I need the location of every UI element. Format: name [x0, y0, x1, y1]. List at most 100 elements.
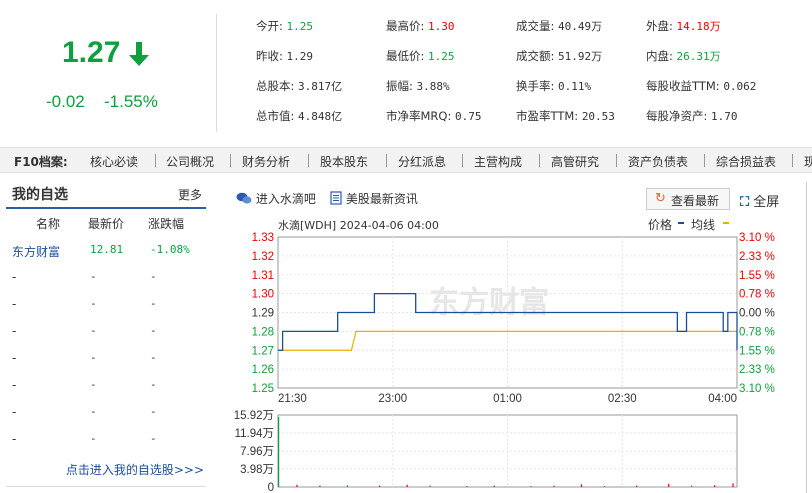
quote-pe: 市盈率TTM: 20.53: [516, 109, 615, 123]
us-news-link[interactable]: 美股最新资讯: [330, 190, 418, 207]
water-bar-label: 进入水滴吧: [255, 192, 316, 206]
y-tick-label: 1.26: [252, 364, 274, 376]
stock-change: -: [150, 270, 157, 283]
fullscreen-button[interactable]: ⛶ 全屏: [740, 191, 779, 210]
chart-area: 进入水滴吧 美股最新资讯 ↻ 查看最新 ⛶ 全屏 水滴[WDH] 2024-04…: [218, 182, 812, 493]
legend-avg-label: 均线: [691, 218, 715, 232]
f10-item[interactable]: 资产负债表: [628, 153, 688, 170]
stock-name[interactable]: 东方财富: [12, 243, 60, 260]
view-latest-label: 查看最新: [671, 194, 720, 208]
volume-tick-label: 7.96万: [240, 446, 274, 458]
stock-name: -: [12, 378, 17, 392]
stock-price: -: [90, 405, 97, 418]
volume-bar: [580, 484, 583, 487]
x-tick-label: 02:30: [608, 393, 637, 405]
f10-item[interactable]: 财务分析: [242, 153, 290, 170]
stock-change: -1.08%: [150, 243, 190, 256]
legend-price-label: 价格: [648, 217, 672, 232]
x-tick-label: 23:00: [378, 393, 407, 405]
watchlist-enter-link[interactable]: 点击进入我的自选股>>>: [66, 461, 204, 478]
y2-tick-label: 3.10 %: [739, 383, 775, 395]
f10-item[interactable]: 高管研究: [551, 153, 599, 170]
right-scrollbar[interactable]: [806, 182, 812, 493]
stock-name: -: [12, 351, 17, 365]
quote-outer: 外盘: 14.18万: [646, 19, 721, 33]
quote-bvps: 每股净资产: 1.70: [646, 109, 738, 123]
water-bar-link[interactable]: 进入水滴吧: [236, 190, 316, 207]
refresh-icon: ↻: [655, 191, 666, 206]
volume-bar: [466, 486, 468, 487]
watchlist-row: - - -: [6, 324, 206, 351]
f10-item[interactable]: 分红派息: [398, 153, 446, 170]
column-header: 最新价: [88, 217, 125, 231]
volume-tick-label: 0: [268, 482, 274, 493]
y2-tick-label: 2.33 %: [739, 364, 775, 376]
f10-title: F10档案:: [14, 155, 68, 169]
divider: [616, 154, 617, 167]
f10-item[interactable]: 核心必读: [90, 153, 138, 170]
stock-change: -: [150, 351, 157, 364]
divider: [155, 154, 156, 167]
column-header: 名称: [36, 217, 61, 231]
stock-price: -: [90, 378, 97, 391]
watchlist-panel: 我的自选 更多 名称 最新价 涨跌幅 东方财富 12.81 -1.08% - -…: [6, 182, 206, 487]
volume-tick-label: 11.94万: [235, 428, 274, 440]
volume-bar: [636, 485, 638, 487]
stock-name: -: [12, 270, 17, 284]
more-link[interactable]: 更多: [178, 186, 202, 203]
volume-bar: [668, 483, 670, 487]
quote-amount: 成交额: 51.92万: [516, 49, 603, 63]
x-tick-label: 04:00: [708, 393, 737, 405]
f10-item[interactable]: 公司概况: [166, 153, 214, 170]
volume-bar: [296, 484, 298, 487]
y-tick-label: 1.33: [252, 232, 274, 244]
column-header: 涨跌幅: [148, 217, 185, 231]
divider: [386, 154, 387, 167]
f10-item[interactable]: 主营构成: [474, 153, 522, 170]
divider: [308, 154, 309, 167]
divider: [6, 207, 206, 209]
divider: [462, 154, 463, 167]
stock-price: -: [90, 297, 97, 310]
watchlist-row: - - -: [6, 432, 206, 459]
volume-bar: [603, 486, 606, 487]
divider: [704, 154, 705, 167]
intraday-chart[interactable]: 水滴[WDH] 2024-04-06 04:00 价格 均线 1.33 3.10 % 1.…: [218, 215, 806, 493]
volume-bar: [429, 485, 431, 487]
f10-item[interactable]: 股本股东: [320, 153, 368, 170]
fullscreen-icon: ⛶: [740, 195, 750, 210]
y2-tick-label: 2.33 %: [739, 251, 775, 263]
y-tick-label: 1.30: [252, 289, 274, 301]
f10-item[interactable]: 综合损益表: [716, 153, 776, 170]
volume-bar: [553, 485, 555, 487]
volume-bar: [378, 485, 381, 487]
divider: [216, 14, 217, 132]
stock-change: -: [150, 432, 157, 445]
watermark: 东方财富: [429, 286, 549, 321]
view-latest-button[interactable]: ↻ 查看最新: [646, 188, 730, 210]
quote-prev-close: 昨收: 1.29: [256, 49, 314, 63]
price-change: -0.02: [46, 92, 85, 111]
stock-price: -: [90, 351, 97, 364]
stock-name: -: [12, 297, 17, 311]
quote-high: 最高价: 1.30: [386, 19, 455, 33]
watchlist-row: - - -: [6, 351, 206, 378]
stock-change: -: [150, 297, 157, 310]
volume-bar: [406, 484, 408, 487]
stock-price: -: [90, 432, 97, 445]
watchlist-title: 我的自选: [12, 187, 68, 203]
volume-bar: [346, 485, 349, 487]
quote-low: 最低价: 1.25: [386, 49, 455, 63]
quote-amplitude: 振幅: 3.88%: [386, 79, 450, 93]
f10-item[interactable]: 现: [804, 153, 812, 170]
quote-open: 今开: 1.25: [256, 19, 314, 33]
volume-bar: [278, 416, 280, 487]
fullscreen-label: 全屏: [753, 195, 780, 210]
volume-tick-label: 3.98万: [240, 464, 274, 476]
stock-name: -: [12, 432, 17, 446]
price-change-pct: -1.55%: [104, 92, 158, 111]
y-tick-label: 1.25: [252, 383, 274, 395]
stock-change: -: [150, 378, 157, 391]
y2-tick-label: 0.78 %: [739, 326, 775, 338]
watchlist-row[interactable]: 东方财富 12.81 -1.08%: [6, 243, 206, 270]
